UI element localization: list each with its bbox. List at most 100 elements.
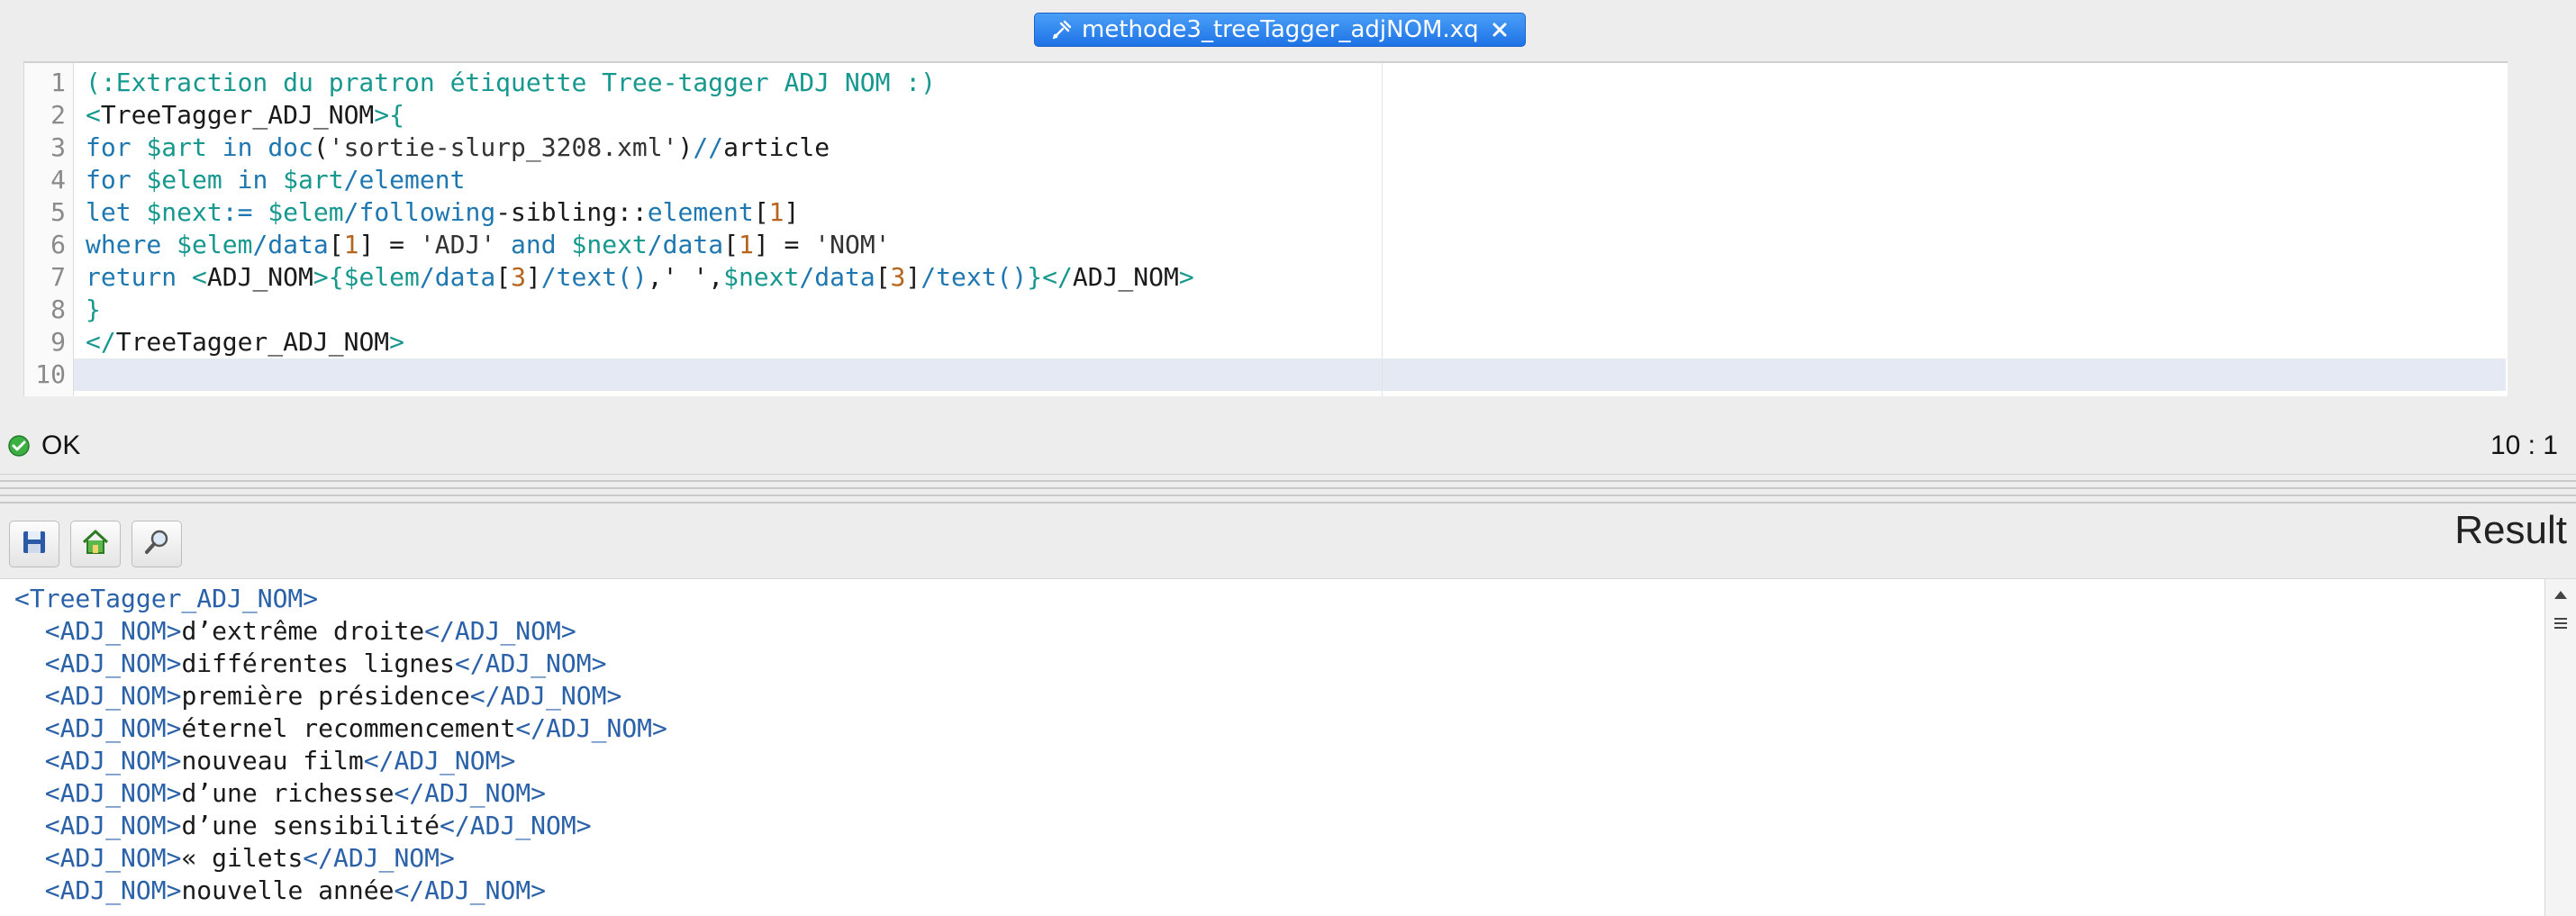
result-open-tag: <ADJ_NOM> xyxy=(44,778,182,808)
code-token: ( xyxy=(313,132,329,162)
code-token: } xyxy=(86,295,101,324)
code-token: /following xyxy=(343,197,496,227)
code-token: > xyxy=(389,327,405,357)
code-token: for xyxy=(86,132,147,162)
code-token: /data xyxy=(647,230,724,259)
code-token: 1 xyxy=(738,230,754,259)
result-root-tag: <TreeTagger_ADJ_NOM> xyxy=(14,584,319,613)
code-token: < xyxy=(192,262,207,292)
result-item: <ADJ_NOM>nouveau film</ADJ_NOM> xyxy=(14,745,516,777)
code-token: $elem xyxy=(177,230,253,259)
code-token: >{ xyxy=(313,262,344,292)
code-token: $next xyxy=(146,197,222,227)
result-value: d’une richesse xyxy=(181,778,395,808)
code-token: 3 xyxy=(511,262,526,292)
result-close-tag: </ADJ_NOM> xyxy=(424,616,576,646)
result-pane[interactable]: <TreeTagger_ADJ_NOM> <ADJ_NOM>d’extrême … xyxy=(0,578,2576,916)
result-item: <ADJ_NOM>éternel recommencement</ADJ_NOM… xyxy=(14,712,667,745)
result-open-tag: <ADJ_NOM> xyxy=(44,843,182,873)
result-item: <ADJ_NOM>nouvelle année</ADJ_NOM> xyxy=(14,875,546,907)
home-button[interactable] xyxy=(70,521,121,567)
code-token: /text() xyxy=(921,262,1028,292)
pane-splitter[interactable] xyxy=(0,474,2576,503)
code-token: /data xyxy=(252,230,329,259)
close-icon[interactable] xyxy=(1487,17,1512,42)
ok-check-icon xyxy=(7,434,31,458)
menu-icon[interactable] xyxy=(2549,612,2572,635)
code-token: := xyxy=(222,197,268,227)
code-token: ] xyxy=(905,262,921,292)
result-value: « gilets xyxy=(181,843,304,873)
result-close-tag: </ADJ_NOM> xyxy=(469,681,622,711)
result-value: d’une sensibilité xyxy=(181,811,440,840)
save-icon xyxy=(21,529,48,560)
save-button[interactable] xyxy=(9,521,59,567)
code-editor[interactable]: 1 2 3 4 5 6 7 8 9 10 (:Extraction du pratron étiq… xyxy=(23,61,2508,396)
result-item: <ADJ_NOM>d’une sensibilité</ADJ_NOM> xyxy=(14,810,592,842)
code-token: return xyxy=(86,262,193,292)
code-token: > xyxy=(1178,262,1194,292)
line-number-gutter: 1 2 3 4 5 6 7 8 9 10 xyxy=(24,63,74,396)
code-token: $elem xyxy=(268,197,344,227)
code-token: $next xyxy=(723,262,800,292)
line-number: 3 xyxy=(50,132,66,162)
code-token: -sibling:: xyxy=(495,197,648,227)
home-icon xyxy=(81,529,110,560)
current-line-highlight xyxy=(24,358,2506,391)
code-token: TreeTagger_ADJ_NOM xyxy=(100,100,375,130)
result-open-tag: <ADJ_NOM> xyxy=(44,746,182,775)
line-number: 7 xyxy=(50,262,66,292)
line-number: 10 xyxy=(35,359,66,389)
result-value: nouvelle année xyxy=(181,875,395,905)
code-token: ,' ', xyxy=(647,262,724,292)
scroll-up-icon[interactable] xyxy=(2549,583,2572,606)
search-button[interactable] xyxy=(132,521,182,567)
code-token: ] = xyxy=(358,230,420,259)
code-token: // xyxy=(693,132,724,162)
code-token: $next xyxy=(571,230,648,259)
code-token: let xyxy=(86,197,147,227)
line-number: 8 xyxy=(50,295,66,324)
code-token: element xyxy=(647,197,754,227)
code-token: $art xyxy=(283,165,344,195)
result-item: <ADJ_NOM>d’une richesse</ADJ_NOM> xyxy=(14,777,546,810)
print-margin xyxy=(1382,63,1383,396)
result-open-tag: <ADJ_NOM> xyxy=(44,681,182,711)
result-close-tag: </ADJ_NOM> xyxy=(394,778,547,808)
result-close-tag: </ADJ_NOM> xyxy=(303,843,455,873)
tab-methode3[interactable]: methode3_treeTagger_adjNOM.xq xyxy=(1034,13,1526,47)
tab-label: methode3_treeTagger_adjNOM.xq xyxy=(1082,16,1479,43)
result-open-tag: <ADJ_NOM> xyxy=(44,648,182,678)
line-number: 9 xyxy=(50,327,66,357)
code-token: /data xyxy=(799,262,875,292)
vertical-scrollbar[interactable] xyxy=(2544,579,2576,916)
code-token: [ xyxy=(495,262,512,292)
code-token: where xyxy=(86,230,177,259)
code-token: [ xyxy=(723,230,739,259)
code-token: }</ xyxy=(1027,262,1073,292)
xquery-file-icon xyxy=(1049,17,1075,42)
code-token: doc xyxy=(268,132,313,162)
code-token: ] xyxy=(784,197,800,227)
code-token: /data xyxy=(419,262,496,292)
code-token: [ xyxy=(875,262,891,292)
code-line: where $elem/data[1] = 'ADJ' and $next/da… xyxy=(86,229,891,261)
status-bar: OK 10 : 1 xyxy=(0,425,2576,470)
result-item: <ADJ_NOM>première présidence</ADJ_NOM> xyxy=(14,680,622,712)
code-line: <TreeTagger_ADJ_NOM>{ xyxy=(86,99,404,132)
result-close-tag: </ADJ_NOM> xyxy=(515,713,667,743)
status-text: OK xyxy=(41,431,81,460)
code-token: for xyxy=(86,165,147,195)
code-line: } xyxy=(86,294,101,326)
code-token: ) xyxy=(677,132,694,162)
code-token: $art xyxy=(146,132,207,162)
code-token: 'ADJ' xyxy=(419,230,496,259)
result-title: Result xyxy=(2454,508,2567,552)
code-line: (:Extraction du pratron étiquette Tree-t… xyxy=(86,67,936,99)
code-token: [ xyxy=(328,230,344,259)
code-token: $elem xyxy=(343,262,420,292)
result-toolbar: Result xyxy=(0,504,2576,580)
code-token: ADJ_NOM xyxy=(1072,262,1179,292)
code-line: return <ADJ_NOM>{$elem/data[3]/text(),' … xyxy=(86,261,1194,294)
line-number: 2 xyxy=(50,100,66,130)
